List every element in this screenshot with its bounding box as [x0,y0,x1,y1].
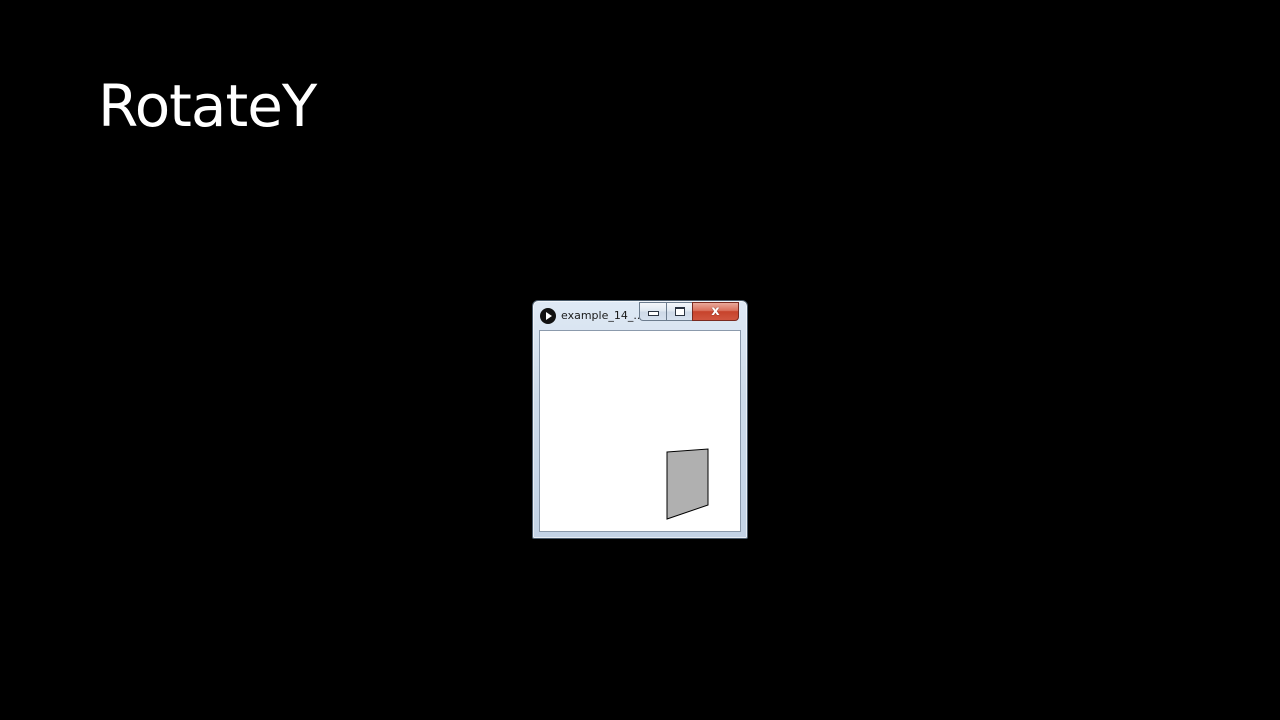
slide-title: RotateY [98,72,317,140]
close-button[interactable]: x [692,302,739,321]
canvas-drawing [666,448,709,520]
window-title: example_14_... [561,309,644,322]
processing-sketch-window[interactable]: example_14_... x [532,300,748,539]
maximize-button[interactable] [666,302,692,321]
maximize-icon [674,307,685,316]
slide: RotateY example_14_... x [0,0,1280,720]
minimize-button[interactable] [639,302,666,321]
rotated-rectangle-shape [666,448,709,520]
sketch-canvas[interactable] [539,330,741,532]
play-icon[interactable] [540,308,556,324]
window-titlebar[interactable]: example_14_... x [533,301,747,330]
caption-buttons: x [639,302,743,321]
minimize-icon [647,311,659,316]
close-icon: x [711,304,720,319]
